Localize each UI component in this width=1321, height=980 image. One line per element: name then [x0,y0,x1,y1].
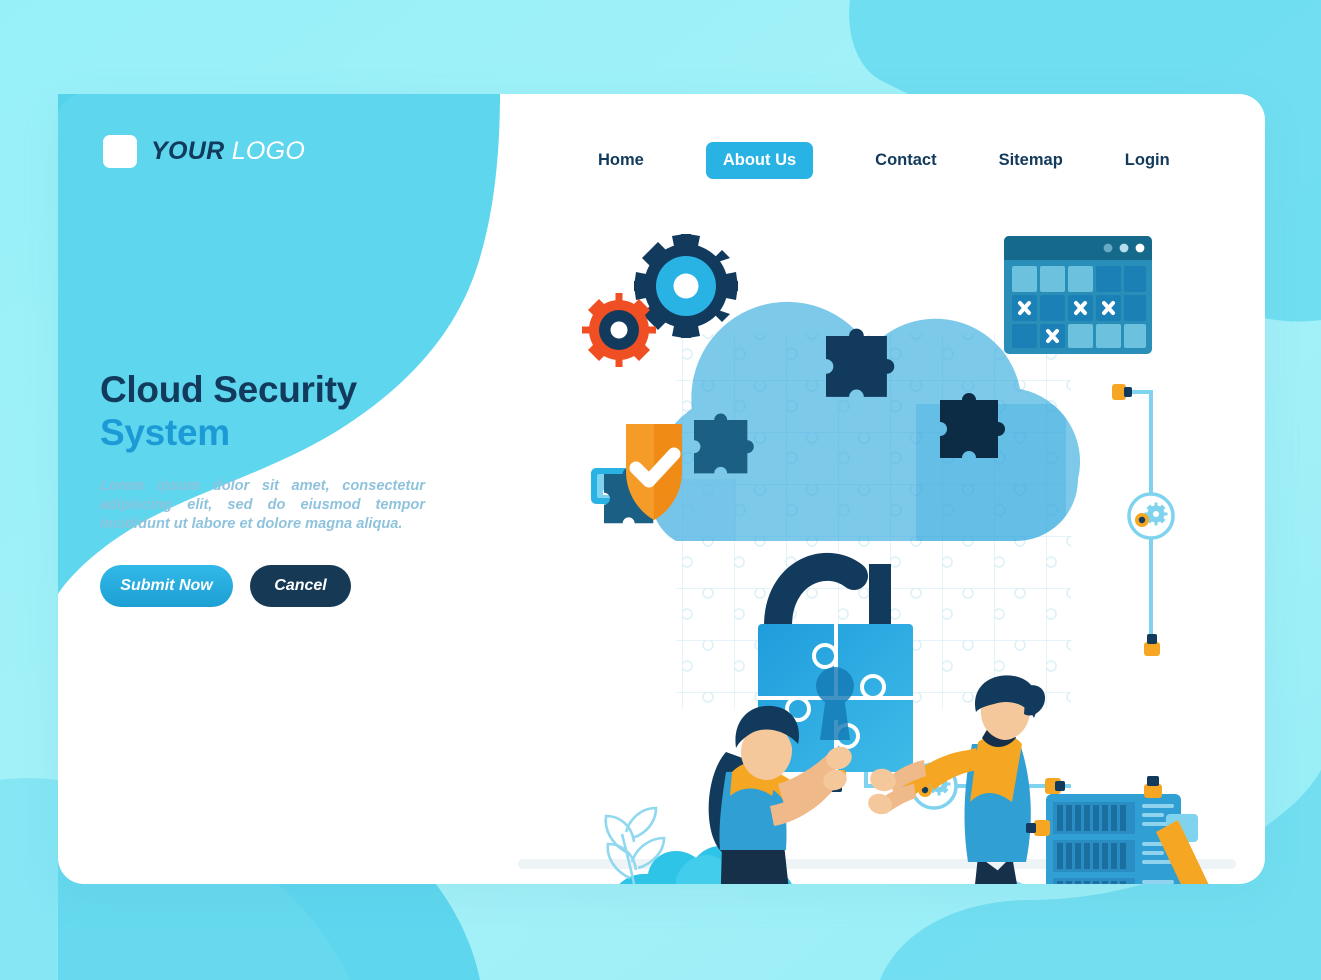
page-title-line2: System [100,411,230,453]
browser-window-widget [1004,236,1152,354]
nav-item-home[interactable]: Home [598,151,644,170]
hero-paragraph: Lorem ipsum dolor sit amet, consectetur … [100,477,425,533]
main-navigation: Home About Us Contact Sitemap Login [598,142,1170,179]
window-dots [1103,243,1145,253]
cloud-security-illustration [526,224,1265,884]
logo[interactable]: YOUR LOGO [103,135,305,168]
logo-text: YOUR LOGO [151,139,305,164]
gear-node-icon [1127,492,1175,540]
submit-now-button[interactable]: Submit Now [100,564,233,607]
logo-square-icon [103,135,137,168]
hero-button-row: Submit Now Cancel [100,564,480,607]
illustration-svg [582,234,1209,884]
gear-small-icon [582,293,656,367]
nav-item-sitemap[interactable]: Sitemap [999,151,1063,170]
page-title-line1: Cloud Security [100,369,357,410]
hero-section: Cloud Security System Lorem ipsum dolor … [100,369,480,607]
gear-large-icon [634,234,738,338]
nav-item-about-us[interactable]: About Us [705,142,814,179]
nav-item-contact[interactable]: Contact [875,151,936,170]
cancel-button[interactable]: Cancel [250,564,351,607]
nav-item-login[interactable]: Login [1125,151,1170,170]
logo-text-secondary: LOGO [231,137,306,165]
logo-text-primary: YOUR [151,137,225,165]
landing-page-card: YOUR LOGO Home About Us Contact Sitemap … [58,94,1265,884]
page-title: Cloud Security System [100,369,480,455]
